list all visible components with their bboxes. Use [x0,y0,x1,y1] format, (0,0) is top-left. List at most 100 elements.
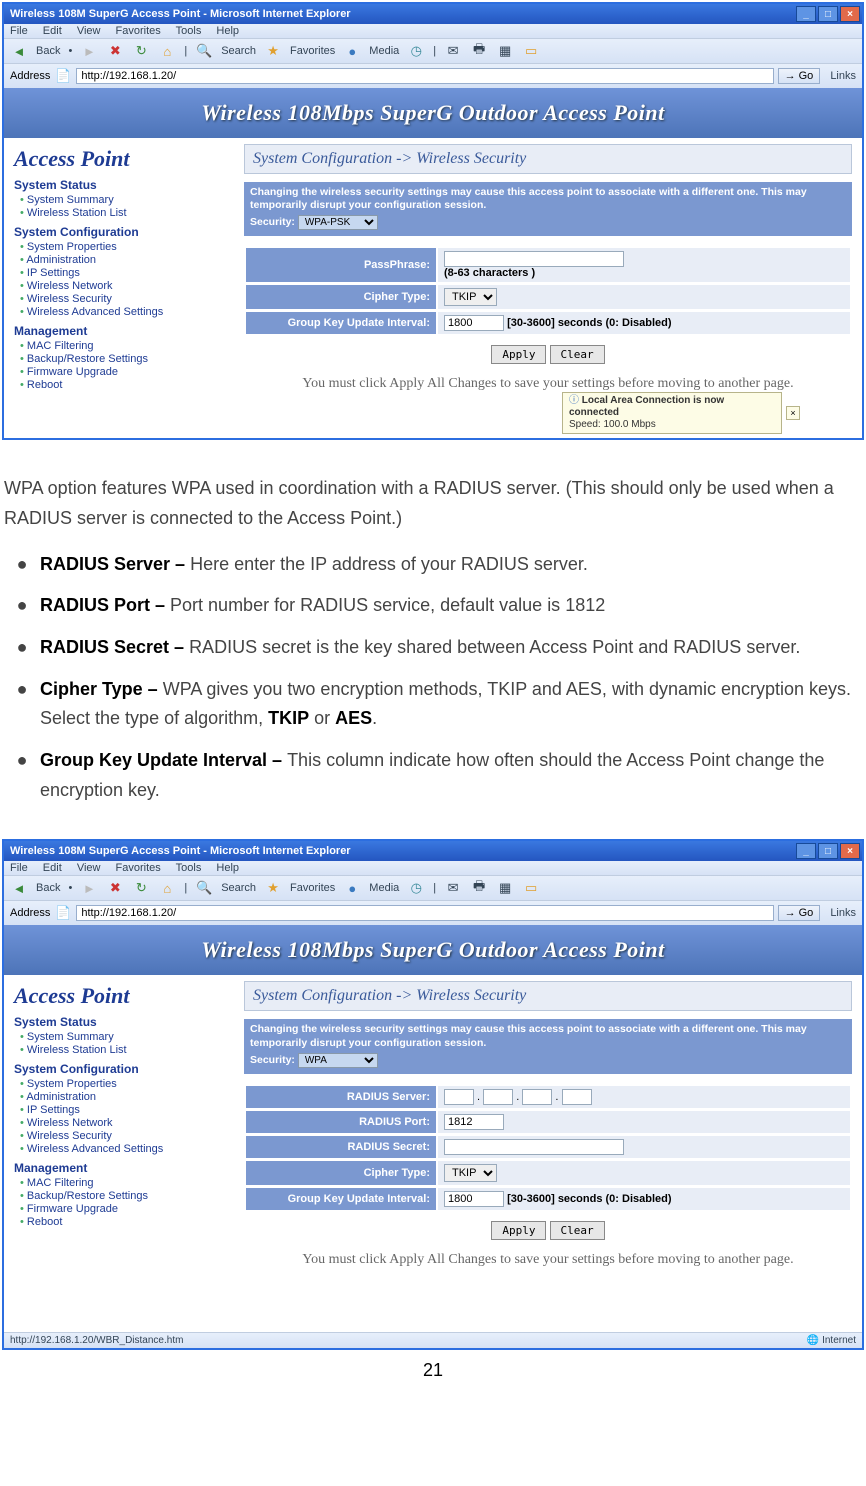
sidebar-item[interactable]: Reboot [20,379,228,391]
go-button[interactable]: → Go [778,68,821,84]
menu-tools[interactable]: Tools [176,862,202,874]
maximize-button[interactable]: □ [818,843,838,859]
edit-icon[interactable]: ▦ [496,879,514,897]
address-input[interactable] [76,905,773,921]
menu-help[interactable]: Help [216,862,239,874]
forward-icon[interactable]: ► [80,42,98,60]
menu-tools[interactable]: Tools [176,25,202,37]
gku-input[interactable] [444,315,504,331]
favorites-label[interactable]: Favorites [290,882,335,894]
favorites-icon[interactable]: ★ [264,42,282,60]
links-label[interactable]: Links [830,70,856,82]
sidebar-item[interactable]: Administration [20,254,228,266]
forward-icon[interactable]: ► [80,879,98,897]
maximize-button[interactable]: □ [818,6,838,22]
menu-help[interactable]: Help [216,25,239,37]
tray-close-button[interactable]: × [786,406,800,420]
menu-edit[interactable]: Edit [43,862,62,874]
media-label[interactable]: Media [369,882,399,894]
favorites-icon[interactable]: ★ [264,879,282,897]
media-label[interactable]: Media [369,45,399,57]
mail-icon[interactable]: ✉ [444,42,462,60]
search-label[interactable]: Search [221,45,256,57]
radius-port-input[interactable] [444,1114,504,1130]
mail-icon[interactable]: ✉ [444,879,462,897]
sidebar-item[interactable]: IP Settings [20,1104,228,1116]
sidebar-item[interactable]: Wireless Advanced Settings [20,1143,228,1155]
refresh-icon[interactable]: ↻ [132,42,150,60]
sidebar-item[interactable]: Wireless Network [20,280,228,292]
home-icon[interactable]: ⌂ [158,42,176,60]
sidebar-item[interactable]: Backup/Restore Settings [20,1190,228,1202]
ip-octet-3[interactable] [522,1089,552,1105]
sidebar-item[interactable]: Wireless Network [20,1117,228,1129]
sidebar-item[interactable]: System Properties [20,1078,228,1090]
apply-button[interactable]: Apply [491,345,546,364]
close-button[interactable]: × [840,6,860,22]
ip-octet-4[interactable] [562,1089,592,1105]
back-icon[interactable]: ◄ [10,42,28,60]
sidebar-item[interactable]: Wireless Security [20,1130,228,1142]
sidebar-item[interactable]: MAC Filtering [20,340,228,352]
sidebar-item[interactable]: MAC Filtering [20,1177,228,1189]
cipher-select[interactable]: TKIP [444,1164,497,1182]
back-icon[interactable]: ◄ [10,879,28,897]
search-icon[interactable]: 🔍 [195,42,213,60]
print-icon[interactable]: 🖶 [470,879,488,897]
discuss-icon[interactable]: ▭ [522,879,540,897]
minimize-button[interactable]: _ [796,843,816,859]
clear-button[interactable]: Clear [550,345,605,364]
sidebar-item[interactable]: Wireless Station List [20,207,228,219]
discuss-icon[interactable]: ▭ [522,42,540,60]
history-icon[interactable]: ◷ [407,879,425,897]
ip-octet-2[interactable] [483,1089,513,1105]
ip-octet-1[interactable] [444,1089,474,1105]
sidebar-item[interactable]: Reboot [20,1216,228,1228]
menu-edit[interactable]: Edit [43,25,62,37]
media-icon[interactable]: ● [343,42,361,60]
history-icon[interactable]: ◷ [407,42,425,60]
sidebar-item[interactable]: Administration [20,1091,228,1103]
back-label[interactable]: Back [36,45,60,57]
stop-icon[interactable]: ✖ [106,879,124,897]
close-button[interactable]: × [840,843,860,859]
go-button[interactable]: → Go [778,905,821,921]
sidebar-item[interactable]: Firmware Upgrade [20,1203,228,1215]
security-select[interactable]: WPA [298,1053,378,1068]
sidebar-item[interactable]: Wireless Advanced Settings [20,306,228,318]
radius-secret-input[interactable] [444,1139,624,1155]
search-label[interactable]: Search [221,882,256,894]
search-icon[interactable]: 🔍 [195,879,213,897]
passphrase-input[interactable] [444,251,624,267]
menu-favorites[interactable]: Favorites [116,862,161,874]
refresh-icon[interactable]: ↻ [132,879,150,897]
media-icon[interactable]: ● [343,879,361,897]
menu-file[interactable]: File [10,25,28,37]
sidebar-item[interactable]: Firmware Upgrade [20,366,228,378]
home-icon[interactable]: ⌂ [158,879,176,897]
sidebar-item[interactable]: System Properties [20,241,228,253]
menu-view[interactable]: View [77,25,101,37]
edit-icon[interactable]: ▦ [496,42,514,60]
back-label[interactable]: Back [36,882,60,894]
menu-view[interactable]: View [77,862,101,874]
sidebar-item[interactable]: System Summary [20,1031,228,1043]
apply-button[interactable]: Apply [491,1221,546,1240]
address-input[interactable] [76,68,773,84]
sidebar-item[interactable]: Backup/Restore Settings [20,353,228,365]
menu-file[interactable]: File [10,862,28,874]
gku-input[interactable] [444,1191,504,1207]
clear-button[interactable]: Clear [550,1221,605,1240]
cipher-select[interactable]: TKIP [444,288,497,306]
sidebar-item[interactable]: Wireless Security [20,293,228,305]
sidebar-item[interactable]: IP Settings [20,267,228,279]
links-label[interactable]: Links [830,907,856,919]
sidebar-item[interactable]: Wireless Station List [20,1044,228,1056]
security-select[interactable]: WPA-PSK [298,215,378,230]
stop-icon[interactable]: ✖ [106,42,124,60]
favorites-label[interactable]: Favorites [290,45,335,57]
print-icon[interactable]: 🖶 [470,42,488,60]
sidebar-item[interactable]: System Summary [20,194,228,206]
minimize-button[interactable]: _ [796,6,816,22]
menu-favorites[interactable]: Favorites [116,25,161,37]
